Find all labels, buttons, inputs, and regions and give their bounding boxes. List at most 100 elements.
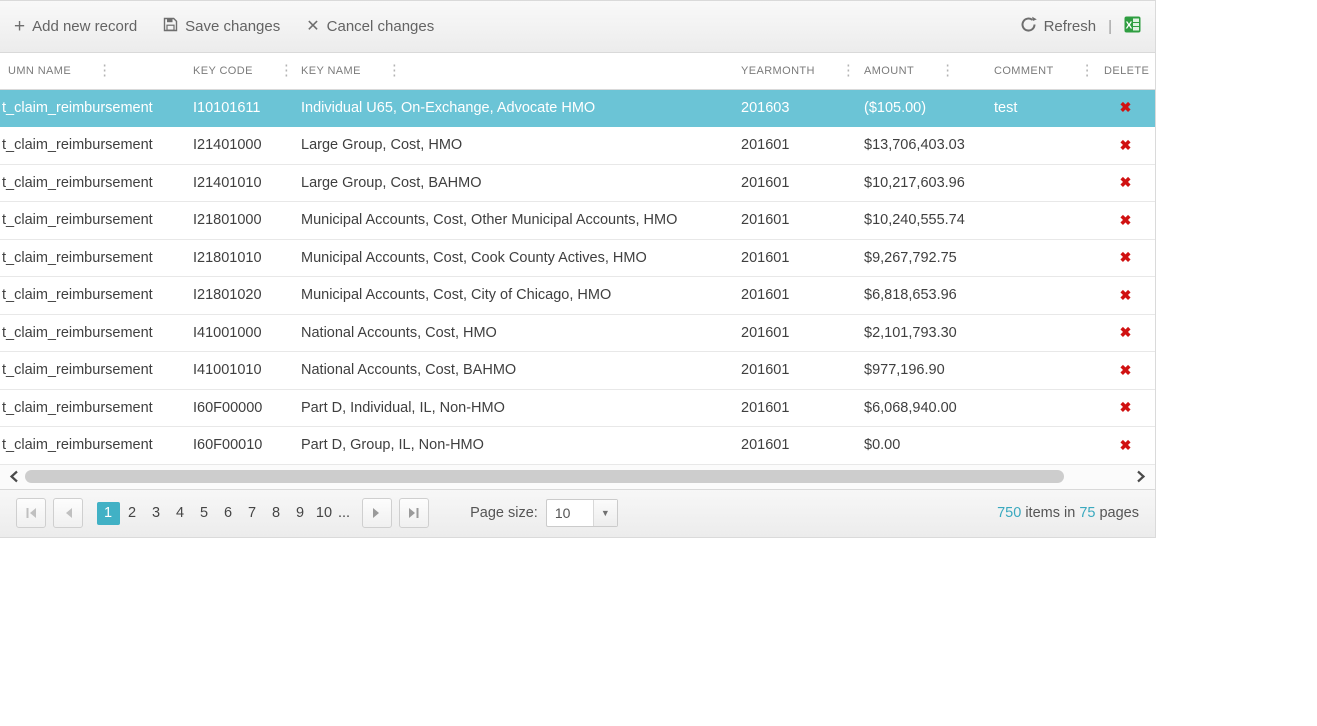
cell-amount[interactable]: $6,068,940.00 <box>856 389 986 427</box>
cell-yearmonth[interactable]: 201601 <box>733 389 856 427</box>
cell-key-code[interactable]: I41001000 <box>185 314 293 352</box>
next-page-button[interactable] <box>362 498 393 528</box>
cell-key-code[interactable]: I41001010 <box>185 351 293 390</box>
page-number-2[interactable]: 2 <box>121 502 144 525</box>
cancel-changes-button[interactable]: ✕ Cancel changes <box>306 18 434 35</box>
cell-column-name[interactable]: t_claim_reimbursement <box>0 89 185 127</box>
scroll-right-icon[interactable] <box>1134 470 1147 483</box>
page-number-8[interactable]: 8 <box>265 502 288 525</box>
save-changes-button[interactable]: Save changes <box>163 17 280 36</box>
cell-key-name[interactable]: Individual U65, On-Exchange, Advocate HM… <box>293 89 733 127</box>
cell-yearmonth[interactable]: 201601 <box>733 426 856 465</box>
table-row[interactable]: t_claim_reimbursement I21801000 Municipa… <box>0 201 1155 240</box>
cell-comment[interactable] <box>986 164 1096 202</box>
refresh-button[interactable]: Refresh <box>1020 16 1096 37</box>
column-menu-icon[interactable]: ⋮ <box>938 63 957 78</box>
cell-key-code[interactable]: I21401000 <box>185 126 293 165</box>
table-row[interactable]: t_claim_reimbursement I41001000 National… <box>0 314 1155 352</box>
page-number-7[interactable]: 7 <box>241 502 264 525</box>
page-number-10[interactable]: 10 <box>313 502 336 525</box>
scroll-left-icon[interactable] <box>8 470 21 483</box>
delete-row-icon[interactable]: ✖ <box>1120 212 1132 229</box>
cell-column-name[interactable]: t_claim_reimbursement <box>0 314 185 352</box>
page-ellipsis[interactable]: ... <box>338 505 350 521</box>
delete-row-icon[interactable]: ✖ <box>1120 399 1132 416</box>
cell-key-code[interactable]: I21801020 <box>185 276 293 315</box>
page-number-4[interactable]: 4 <box>169 502 192 525</box>
cell-yearmonth[interactable]: 201603 <box>733 89 856 127</box>
cell-column-name[interactable]: t_claim_reimbursement <box>0 126 185 165</box>
cell-yearmonth[interactable]: 201601 <box>733 126 856 165</box>
cell-amount[interactable]: $2,101,793.30 <box>856 314 986 352</box>
table-row[interactable]: t_claim_reimbursement I41001010 National… <box>0 351 1155 390</box>
table-row[interactable]: t_claim_reimbursement I21801010 Municipa… <box>0 239 1155 277</box>
cell-key-name[interactable]: Municipal Accounts, Cost, Cook County Ac… <box>293 239 733 277</box>
table-row[interactable]: t_claim_reimbursement I60F00000 Part D, … <box>0 389 1155 427</box>
first-page-button[interactable] <box>16 498 46 528</box>
cell-key-name[interactable]: Large Group, Cost, HMO <box>293 126 733 165</box>
cell-yearmonth[interactable]: 201601 <box>733 314 856 352</box>
cell-key-name[interactable]: National Accounts, Cost, HMO <box>293 314 733 352</box>
cell-key-code[interactable]: I10101611 <box>185 89 293 127</box>
cell-column-name[interactable]: t_claim_reimbursement <box>0 201 185 240</box>
cell-amount[interactable]: $9,267,792.75 <box>856 239 986 277</box>
cell-key-name[interactable]: National Accounts, Cost, BAHMO <box>293 351 733 390</box>
cell-yearmonth[interactable]: 201601 <box>733 239 856 277</box>
page-number-9[interactable]: 9 <box>289 502 312 525</box>
page-number-5[interactable]: 5 <box>193 502 216 525</box>
previous-page-button[interactable] <box>53 498 83 528</box>
cell-yearmonth[interactable]: 201601 <box>733 351 856 390</box>
cell-key-name[interactable]: Part D, Individual, IL, Non-HMO <box>293 389 733 427</box>
cell-yearmonth[interactable]: 201601 <box>733 201 856 240</box>
column-menu-icon[interactable]: ⋮ <box>95 63 114 78</box>
column-menu-icon[interactable]: ⋮ <box>277 63 293 78</box>
delete-row-icon[interactable]: ✖ <box>1120 99 1132 116</box>
cell-amount[interactable]: ($105.00) <box>856 89 986 127</box>
scrollbar-thumb[interactable] <box>25 470 1064 483</box>
cell-amount[interactable]: $0.00 <box>856 426 986 465</box>
page-number-1[interactable]: 1 <box>96 501 120 525</box>
table-row[interactable]: t_claim_reimbursement I21801020 Municipa… <box>0 276 1155 315</box>
page-number-3[interactable]: 3 <box>145 502 168 525</box>
page-number-6[interactable]: 6 <box>217 502 240 525</box>
export-excel-button[interactable]: X <box>1124 16 1141 37</box>
delete-row-icon[interactable]: ✖ <box>1120 324 1132 341</box>
cell-key-name[interactable]: Municipal Accounts, Cost, Other Municipa… <box>293 201 733 240</box>
cell-comment[interactable] <box>986 276 1096 315</box>
table-row[interactable]: t_claim_reimbursement I21401010 Large Gr… <box>0 164 1155 202</box>
cell-amount[interactable]: $10,240,555.74 <box>856 201 986 240</box>
cell-comment[interactable] <box>986 389 1096 427</box>
cell-comment[interactable]: test <box>986 89 1096 127</box>
cell-column-name[interactable]: t_claim_reimbursement <box>0 276 185 315</box>
cell-key-code[interactable]: I21801010 <box>185 239 293 277</box>
cell-amount[interactable]: $10,217,603.96 <box>856 164 986 202</box>
table-row-selected[interactable]: t_claim_reimbursement I10101611 Individu… <box>0 89 1155 127</box>
cell-yearmonth[interactable]: 201601 <box>733 164 856 202</box>
cell-key-code[interactable]: I21401010 <box>185 164 293 202</box>
column-menu-icon[interactable]: ⋮ <box>385 63 404 78</box>
cell-key-code[interactable]: I60F00010 <box>185 426 293 465</box>
cell-key-code[interactable]: I21801000 <box>185 201 293 240</box>
cell-yearmonth[interactable]: 201601 <box>733 276 856 315</box>
cell-column-name[interactable]: t_claim_reimbursement <box>0 164 185 202</box>
cell-amount[interactable]: $977,196.90 <box>856 351 986 390</box>
cell-column-name[interactable]: t_claim_reimbursement <box>0 389 185 427</box>
column-menu-icon[interactable]: ⋮ <box>839 63 856 78</box>
cell-comment[interactable] <box>986 201 1096 240</box>
cell-key-code[interactable]: I60F00000 <box>185 389 293 427</box>
column-menu-icon[interactable]: ⋮ <box>1078 63 1096 78</box>
cell-column-name[interactable]: t_claim_reimbursement <box>0 426 185 465</box>
delete-row-icon[interactable]: ✖ <box>1120 174 1132 191</box>
delete-row-icon[interactable]: ✖ <box>1120 362 1132 379</box>
cell-amount[interactable]: $6,818,653.96 <box>856 276 986 315</box>
cell-comment[interactable] <box>986 126 1096 165</box>
page-size-select[interactable]: 10 ▼ <box>545 499 618 527</box>
delete-row-icon[interactable]: ✖ <box>1120 287 1132 304</box>
cell-comment[interactable] <box>986 314 1096 352</box>
delete-row-icon[interactable]: ✖ <box>1120 437 1132 454</box>
cell-column-name[interactable]: t_claim_reimbursement <box>0 351 185 390</box>
last-page-button[interactable] <box>399 498 430 528</box>
cell-key-name[interactable]: Part D, Group, IL, Non-HMO <box>293 426 733 465</box>
delete-row-icon[interactable]: ✖ <box>1120 249 1132 266</box>
cell-column-name[interactable]: t_claim_reimbursement <box>0 239 185 277</box>
